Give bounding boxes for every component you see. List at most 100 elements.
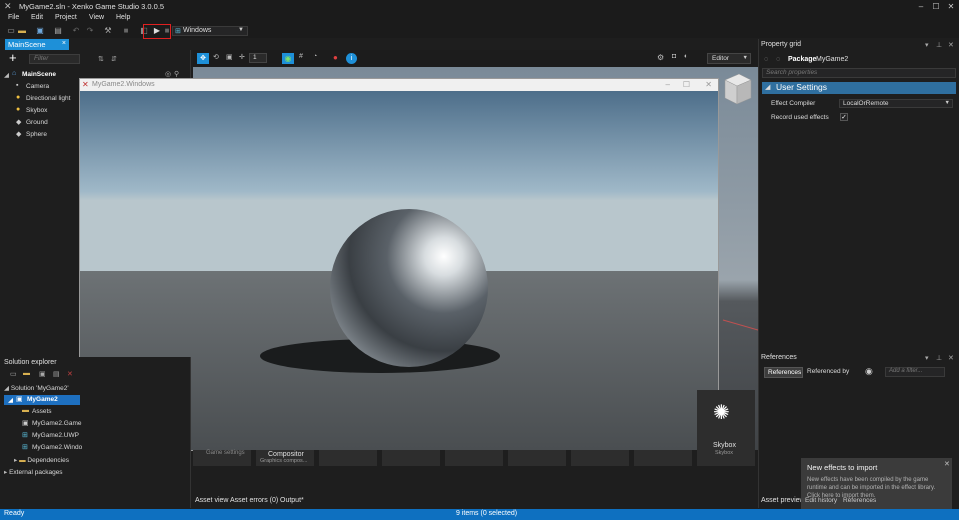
tree-item-windows[interactable]: MyGame2.Windo <box>32 444 82 451</box>
settings-gear-icon[interactable]: ⚙ <box>657 53 664 62</box>
tree-item-uwp[interactable]: MyGame2.UWP <box>32 432 79 439</box>
tab-asset-preview[interactable]: Asset preview <box>761 497 805 504</box>
asset-tile[interactable] <box>382 450 440 466</box>
solution-explorer-panel: Solution explorer ▭ ▬ ▣ ▤ ✕ ◢ Solution '… <box>0 357 191 508</box>
info-icon[interactable]: i <box>346 53 357 64</box>
translate-icon[interactable]: ✥ <box>197 53 209 64</box>
tab-mainscene[interactable]: MainScene × <box>5 39 69 50</box>
camera-settings-icon[interactable]: ◘ <box>672 53 676 60</box>
tree-item-external-packages[interactable]: ▸ External packages <box>4 468 63 476</box>
pin-icon[interactable]: ⊥ <box>936 41 942 49</box>
cancel-build-icon[interactable]: ■ <box>121 26 131 36</box>
tree-expander-icon[interactable]: ◢ <box>4 71 9 79</box>
new-icon[interactable]: ▭ <box>6 26 16 36</box>
undo-icon[interactable]: ↶ <box>71 26 81 36</box>
menu-help[interactable]: Help <box>116 14 130 21</box>
tree-item-game[interactable]: MyGame2.Game <box>32 420 82 427</box>
panel-close-icon[interactable]: ✕ <box>948 354 954 362</box>
navigation-cube[interactable] <box>721 72 753 108</box>
tree-item-camera[interactable]: Camera <box>26 83 49 90</box>
import-icon[interactable]: ▣ <box>39 370 46 378</box>
asset-tile[interactable] <box>319 450 377 466</box>
tree-item-assets[interactable]: Assets <box>32 408 52 415</box>
snap-value-input[interactable]: 1 <box>249 53 267 63</box>
save-icon[interactable]: ▣ <box>35 26 45 36</box>
asset-tile[interactable] <box>571 450 629 466</box>
chevron-down-icon: ▼ <box>742 55 748 61</box>
asset-tile-skybox[interactable]: ✺ Skybox Skybox <box>697 390 755 466</box>
camera-view-icon[interactable]: ◔ <box>313 53 317 60</box>
menu-view[interactable]: View <box>89 14 104 21</box>
link-icon[interactable]: ⚲ <box>174 70 179 78</box>
record-icon[interactable]: ● <box>333 53 338 62</box>
notification-title: New effects to import <box>807 463 878 472</box>
tree-item-directional-light[interactable]: Directional light <box>26 95 70 102</box>
game-minimize-icon[interactable]: – <box>666 80 670 89</box>
grid-icon[interactable]: # <box>299 53 303 60</box>
open-folder-icon[interactable]: ▬ <box>23 370 30 377</box>
tree-root-mainscene[interactable]: MainScene <box>22 71 56 78</box>
tree-item-skybox[interactable]: Skybox <box>26 107 47 114</box>
world-space-icon[interactable]: ◉ <box>282 53 294 64</box>
menu-edit[interactable]: Edit <box>31 14 43 21</box>
tab-referenced-by[interactable]: Referenced by <box>807 368 849 375</box>
notification-close-icon[interactable]: ✕ <box>944 460 950 468</box>
scene-filter-input[interactable]: Filter <box>29 54 80 64</box>
open-icon[interactable]: ▬ <box>17 26 27 36</box>
record-effects-checkbox[interactable]: ✓ <box>840 113 848 121</box>
minimize-icon[interactable]: – <box>914 1 928 12</box>
tab-close-icon[interactable]: × <box>62 40 66 47</box>
build-icon[interactable]: ⚒ <box>103 26 113 36</box>
play-highlight-box <box>143 24 171 39</box>
sort-alpha-icon[interactable]: ⇵ <box>111 55 117 63</box>
save-all-icon[interactable]: ▤ <box>53 26 63 36</box>
menu-file[interactable]: File <box>8 14 19 21</box>
asset-tile[interactable] <box>634 450 692 466</box>
sort-icon[interactable]: ⇅ <box>98 55 104 63</box>
tab-references-bottom[interactable]: References <box>843 497 876 504</box>
tab-output[interactable]: Output* <box>280 497 304 504</box>
rotate-icon[interactable]: ⟲ <box>213 53 219 61</box>
tree-item-ground[interactable]: Ground <box>26 119 48 126</box>
record-effects-label: Record used effects <box>771 114 829 121</box>
new-folder-icon[interactable]: ▭ <box>10 370 17 378</box>
tab-asset-errors[interactable]: Asset errors (0) <box>230 497 278 504</box>
pin-icon[interactable]: ⊥ <box>936 354 942 362</box>
redo-icon[interactable]: ↷ <box>85 26 95 36</box>
platform-select[interactable]: ⊞ Windows ▼ <box>172 26 248 36</box>
close-icon[interactable]: ✕ <box>944 1 958 12</box>
back-icon[interactable]: ◌ <box>764 56 768 63</box>
user-settings-section[interactable]: ◢ User Settings <box>762 82 956 94</box>
visibility-icon[interactable]: ◎ <box>165 70 171 78</box>
tree-project-selected[interactable]: ◢ ▣ MyGame2 <box>4 395 80 405</box>
menu-project[interactable]: Project <box>55 14 77 21</box>
editor-mode-select[interactable]: Editor ▼ <box>707 53 751 64</box>
panel-close-icon[interactable]: ✕ <box>948 41 954 49</box>
asset-tile[interactable] <box>445 450 503 466</box>
eye-icon[interactable]: ◉ <box>865 366 873 377</box>
scale-icon[interactable]: ▣ <box>226 53 233 61</box>
delete-icon[interactable]: ✕ <box>67 370 73 378</box>
references-filter-input[interactable]: Add a filter... <box>885 367 945 377</box>
asset-tile[interactable] <box>508 450 566 466</box>
game-maximize-icon[interactable]: ☐ <box>683 80 690 89</box>
asset-tile-compositor[interactable]: Compositor Graphics compos... <box>256 450 314 466</box>
tab-references[interactable]: References <box>764 367 803 378</box>
panel-dropdown-icon[interactable]: ▾ <box>925 354 929 362</box>
snap-icon[interactable]: ✛ <box>239 53 245 61</box>
asset-tile-game-settings[interactable]: Game settings <box>193 450 251 466</box>
maximize-icon[interactable]: ☐ <box>929 1 943 12</box>
tab-edit-history[interactable]: Edit history <box>805 497 837 504</box>
panel-dropdown-icon[interactable]: ▾ <box>925 41 929 49</box>
collapse-icon[interactable]: ▤ <box>53 370 60 378</box>
tab-asset-view[interactable]: Asset view <box>195 497 228 504</box>
search-properties-input[interactable]: Search properties <box>762 68 956 78</box>
tree-item-sphere[interactable]: Sphere <box>26 131 47 138</box>
tree-solution[interactable]: ◢ Solution 'MyGame2' <box>4 384 69 392</box>
tree-item-dependencies[interactable]: ▸ ▬ Dependencies <box>14 456 69 464</box>
effect-compiler-select[interactable]: LocalOrRemote ▼ <box>839 99 953 108</box>
light-icon: ● <box>16 94 21 101</box>
game-close-icon[interactable]: ✕ <box>705 80 712 89</box>
add-entity-icon[interactable]: + <box>9 51 17 64</box>
render-mode-icon[interactable]: ◐ <box>684 53 688 60</box>
